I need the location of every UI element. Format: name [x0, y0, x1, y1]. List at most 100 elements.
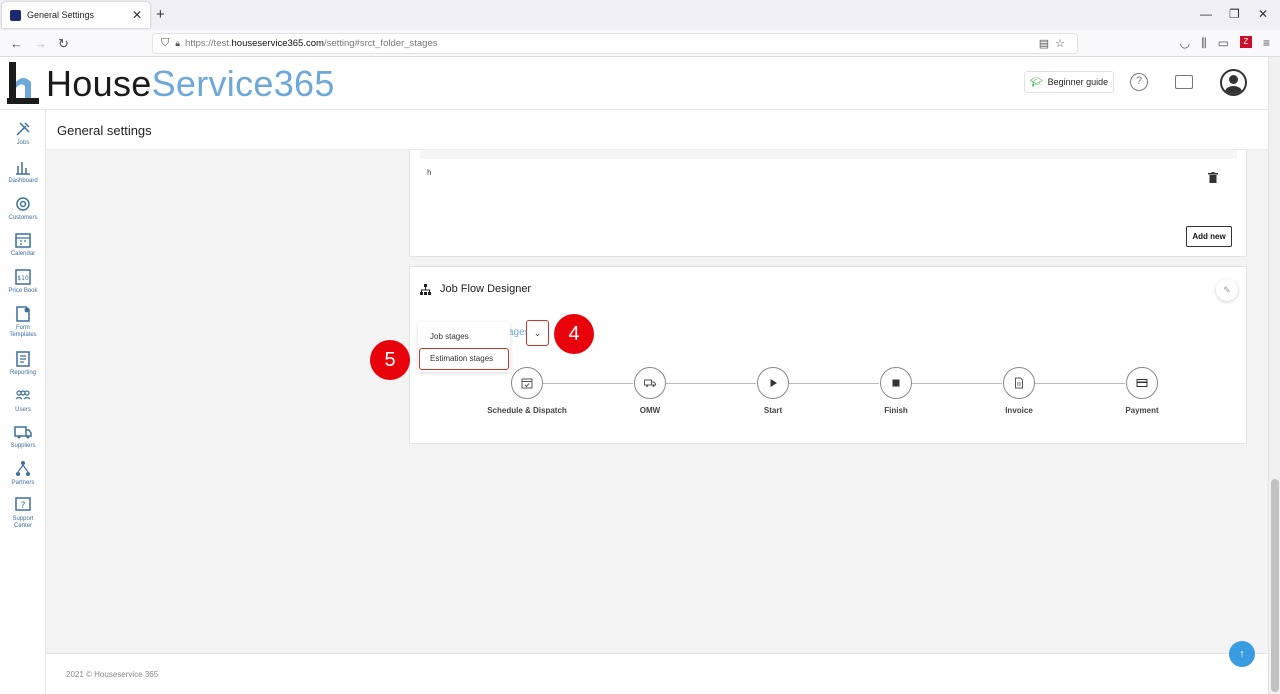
target-icon — [16, 197, 30, 211]
sidebar-item-calendar[interactable]: Calendar — [0, 231, 46, 258]
stage-connector — [543, 383, 633, 384]
sidebar-item-label: Suppliers — [10, 443, 36, 449]
sidebar-item-suppliers[interactable]: Suppliers — [0, 423, 46, 450]
sidebar-item-label: Price Book — [8, 288, 38, 294]
stage-connector — [912, 383, 1002, 384]
sidebar-item-form-templates[interactable]: Form Templates — [0, 305, 46, 339]
add-new-button[interactable]: Add new — [1186, 226, 1232, 247]
edit-pencil-icon[interactable]: ✎ — [1216, 279, 1238, 301]
calendar-icon — [15, 233, 31, 248]
sidebar-item-label-2: Center — [13, 523, 32, 529]
browser-nav-bar: ← → ↻ ⛉ 🔒︎ https://test. houseservice365.… — [0, 30, 1280, 57]
menu-item-estimation-stages[interactable]: Estimation stages — [419, 348, 509, 370]
arrow-up-icon: ↑ — [1239, 648, 1245, 660]
document-icon — [1015, 377, 1023, 389]
help-icon[interactable]: ? — [1130, 73, 1148, 91]
page-title: General settings — [57, 123, 152, 138]
extension-icon[interactable]: Z — [1239, 36, 1252, 48]
truck-icon — [644, 379, 656, 387]
stage-label: Finish — [884, 406, 908, 415]
address-bar[interactable]: ⛉ 🔒︎ https://test. houseservice365.com/se… — [152, 33, 1078, 54]
price-tag-icon: $10 — [15, 269, 31, 285]
form-icon — [16, 306, 30, 322]
sidebar-item-dashboard[interactable]: Dashboard — [0, 158, 46, 185]
lock-icon: 🔒︎ — [175, 38, 181, 48]
pocket-icon[interactable]: ◡ — [1180, 36, 1190, 51]
sidebar-item-customers[interactable]: Customers — [0, 195, 46, 222]
stage-type-dropdown-toggle[interactable]: ⌄ — [526, 320, 549, 346]
annotation-badge-4: 4 — [554, 314, 594, 354]
tab-title: General Settings — [27, 10, 95, 20]
graduation-cap-icon: 🎓︎ — [1029, 76, 1043, 88]
library-icon[interactable]: ⫼ — [1201, 36, 1207, 51]
page-scrollbar[interactable] — [1268, 57, 1280, 694]
stage-type-dropdown-menu: Job stages Estimation stages — [418, 322, 510, 372]
sidebar-item-label-2: Templates — [9, 332, 37, 338]
stage-schedule-dispatch[interactable] — [511, 367, 543, 399]
url-domain: houseservice365.com — [231, 38, 324, 49]
sidebar-item-label: Support — [12, 516, 34, 522]
stage-payment[interactable] — [1126, 367, 1158, 399]
app-header: HouseService365 🎓︎ Beginner guide ? — [0, 57, 1268, 110]
reload-icon[interactable]: ↻ — [58, 36, 69, 52]
sidebar-item-jobs[interactable]: Jobs — [0, 120, 46, 147]
url-prefix: https://test. — [185, 38, 232, 49]
table-header-strip — [420, 150, 1237, 159]
sidebar-item-label: Dashboard — [8, 178, 38, 184]
new-tab-button[interactable]: + — [156, 6, 165, 23]
back-icon[interactable]: ← — [10, 36, 23, 51]
tab-close-icon[interactable]: ✕ — [132, 8, 142, 22]
forward-icon[interactable]: → — [34, 36, 47, 51]
bar-chart-icon — [16, 162, 30, 175]
restore-icon[interactable]: ❐ — [1229, 7, 1240, 21]
stage-finish[interactable] — [880, 367, 912, 399]
scroll-to-top-button[interactable]: ↑ — [1229, 641, 1255, 667]
stage-connector — [789, 383, 879, 384]
browser-tab[interactable]: General Settings ✕ — [2, 2, 150, 28]
sidebar-item-label: Jobs — [16, 140, 30, 146]
window-close-icon[interactable]: ✕ — [1258, 7, 1268, 21]
svg-text:$10: $10 — [17, 275, 29, 282]
stage-start[interactable] — [757, 367, 789, 399]
reader-bookmark-icons[interactable]: ▤☆ — [1039, 37, 1071, 50]
menu-item-job-stages[interactable]: Job stages — [418, 332, 510, 341]
sidebar-toggle-icon[interactable]: ▭ — [1218, 36, 1229, 51]
scrollbar-thumb[interactable] — [1271, 479, 1279, 692]
sidebar-item-price-book[interactable]: $10 Price Book — [0, 268, 46, 295]
stage-label: Payment — [1125, 406, 1159, 415]
sidebar-item-support-center[interactable]: ? Support Center — [0, 496, 46, 530]
stage-label: OMW — [639, 406, 661, 415]
job-flow-designer-card: Job Flow Designer ✎ ages ⌄ Job stages Es… — [409, 266, 1247, 444]
sidebar-item-partners[interactable]: Partners — [0, 460, 46, 487]
minimize-icon[interactable]: — — [1200, 7, 1212, 21]
sidebar-item-label: Users — [15, 407, 31, 413]
browser-tab-bar: General Settings ✕ + — ❐ ✕ — [0, 0, 1280, 30]
stage-label: Invoice — [1005, 406, 1033, 415]
stages-list-card: h Add new — [409, 150, 1247, 257]
stage-omw[interactable] — [634, 367, 666, 399]
stop-icon — [892, 379, 900, 387]
user-avatar-icon[interactable] — [1220, 69, 1247, 96]
stage-label: Schedule & Dispatch — [487, 406, 567, 415]
logo-house: House — [46, 63, 152, 104]
trash-icon[interactable] — [1208, 172, 1218, 183]
sidebar-item-users[interactable]: Users — [0, 387, 46, 414]
footer-copyright: 2021 © Houseservice 365 — [66, 670, 159, 679]
beginner-guide-label: Beginner guide — [1047, 77, 1109, 87]
annotation-badge-5: 5 — [370, 340, 410, 380]
question-icon: ? — [15, 497, 31, 511]
sidebar-item-reporting[interactable]: Reporting — [0, 350, 46, 377]
logo-text: HouseService365 — [46, 64, 335, 104]
beginner-guide-button[interactable]: 🎓︎ Beginner guide — [1024, 71, 1114, 93]
tools-icon — [16, 122, 30, 136]
page-title-bar: General settings — [46, 110, 1268, 150]
favicon-icon — [10, 9, 21, 21]
users-icon — [15, 390, 31, 400]
folder-icon[interactable] — [1175, 75, 1193, 89]
sidebar-item-label: Customers — [8, 215, 38, 221]
menu-icon[interactable]: ≡ — [1263, 36, 1270, 51]
stage-invoice[interactable] — [1003, 367, 1035, 399]
stage-connector — [1035, 383, 1125, 384]
logo-icon — [7, 62, 39, 104]
list-item-text: h — [427, 168, 432, 177]
